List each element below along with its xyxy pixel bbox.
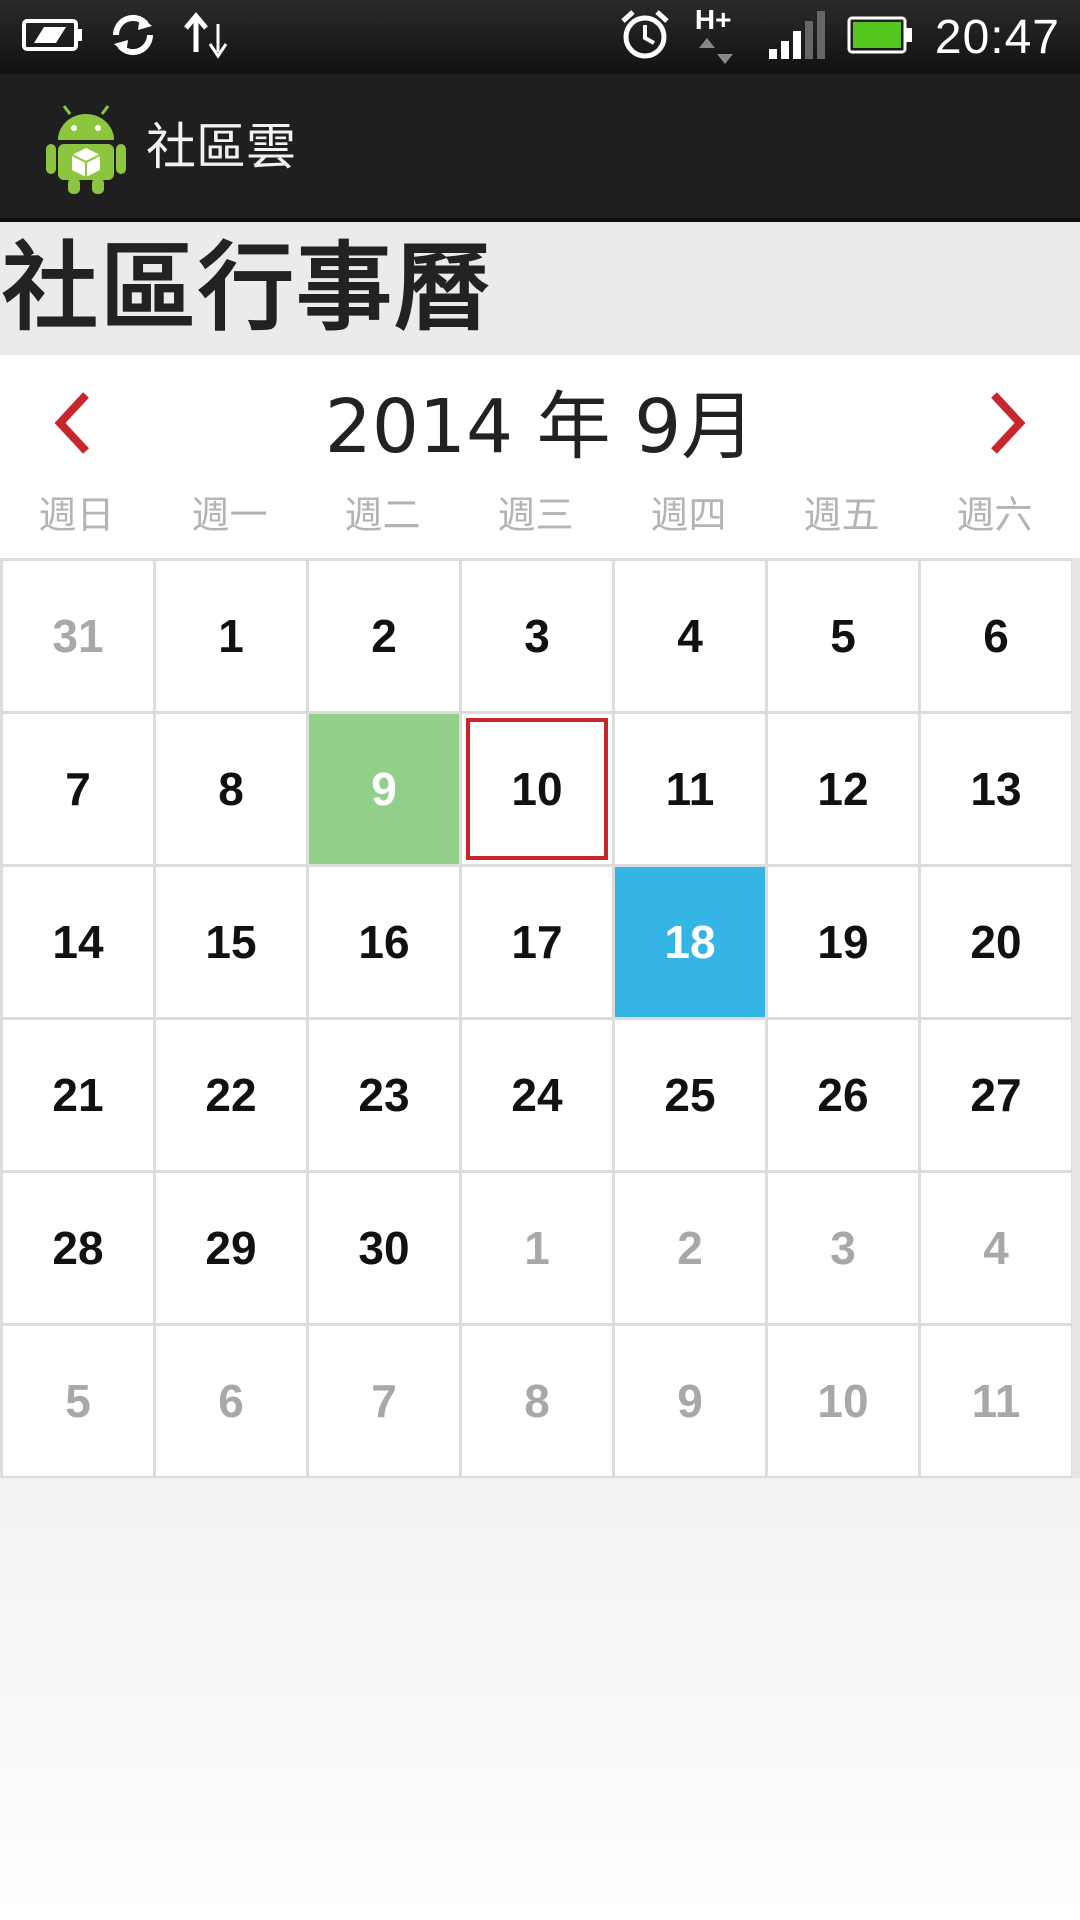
day-cell[interactable]: 3 — [462, 561, 615, 714]
day-cell[interactable]: 15 — [156, 867, 309, 1020]
month-label: 2014 年 9月 — [324, 384, 756, 470]
app-title: 社區雲 — [146, 118, 296, 176]
day-cell[interactable]: 7 — [3, 714, 156, 867]
empty-content-area — [0, 1478, 1080, 1920]
day-cell[interactable]: 20 — [921, 867, 1074, 1020]
month-header: 2014 年 9月 — [0, 355, 1080, 485]
day-cell[interactable]: 23 — [309, 1020, 462, 1173]
weekday-label: 週日 — [38, 493, 115, 537]
alarm-icon — [617, 7, 673, 67]
day-cell[interactable]: 25 — [615, 1020, 768, 1173]
day-cell-selected[interactable]: 9 — [309, 714, 462, 867]
day-cell-next-month[interactable]: 6 — [156, 1326, 309, 1479]
status-right-icons: H+ 20:47 — [617, 4, 1060, 67]
action-bar: 社區雲 — [0, 74, 1080, 222]
day-cell[interactable]: 14 — [3, 867, 156, 1020]
calendar-grid: 31 1 2 3 4 5 6 7 8 9 10 11 12 13 14 15 1… — [0, 558, 1074, 1479]
day-cell-next-month[interactable]: 5 — [3, 1326, 156, 1479]
day-cell[interactable]: 13 — [921, 714, 1074, 867]
day-cell[interactable]: 8 — [156, 714, 309, 867]
weekday-label: 週三 — [497, 493, 574, 537]
day-cell[interactable]: 28 — [3, 1173, 156, 1326]
day-cell[interactable]: 22 — [156, 1020, 309, 1173]
day-cell[interactable]: 12 — [768, 714, 921, 867]
day-cell-focused[interactable]: 10 — [462, 714, 615, 867]
status-bar: H+ 20:47 — [0, 0, 1080, 74]
day-cell-next-month[interactable]: 1 — [462, 1173, 615, 1326]
signal-icon — [767, 11, 825, 63]
network-type-label: H+ — [694, 4, 732, 35]
day-cell[interactable]: 19 — [768, 867, 921, 1020]
page-title-band: 社區行事曆 — [0, 222, 1080, 355]
day-cell[interactable]: 26 — [768, 1020, 921, 1173]
day-cell[interactable]: 29 — [156, 1173, 309, 1326]
sync-icon — [106, 8, 160, 66]
day-cell[interactable]: 2 — [309, 561, 462, 714]
day-cell-next-month[interactable]: 11 — [921, 1326, 1074, 1479]
day-cell-next-month[interactable]: 7 — [309, 1326, 462, 1479]
android-app-icon[interactable] — [44, 104, 128, 194]
day-cell[interactable]: 27 — [921, 1020, 1074, 1173]
weekday-label: 週六 — [956, 493, 1033, 537]
status-time: 20:47 — [934, 10, 1060, 64]
battery-icon — [847, 16, 913, 58]
day-cell[interactable]: 21 — [3, 1020, 156, 1173]
day-cell-prev-month[interactable]: 31 — [3, 561, 156, 714]
day-cell[interactable]: 16 — [309, 867, 462, 1020]
day-cell-next-month[interactable]: 2 — [615, 1173, 768, 1326]
day-cell[interactable]: 5 — [768, 561, 921, 714]
battery-saver-icon — [22, 15, 84, 59]
day-cell-next-month[interactable]: 8 — [462, 1326, 615, 1479]
day-cell[interactable]: 4 — [615, 561, 768, 714]
page-title: 社區行事曆 — [2, 232, 492, 344]
day-cell-next-month[interactable]: 3 — [768, 1173, 921, 1326]
grid-edge-divider — [1072, 558, 1080, 1478]
day-cell[interactable]: 30 — [309, 1173, 462, 1326]
weekday-label: 週四 — [650, 493, 727, 537]
weekday-label: 週五 — [803, 493, 880, 537]
weekday-label: 週一 — [191, 493, 268, 537]
weekday-label: 週二 — [344, 493, 421, 537]
day-cell[interactable]: 17 — [462, 867, 615, 1020]
day-cell-next-month[interactable]: 10 — [768, 1326, 921, 1479]
weekday-header: 週日 週一 週二 週三 週四 週五 週六 — [0, 488, 1080, 548]
chevron-right-icon — [991, 392, 1026, 454]
day-cell[interactable]: 1 — [156, 561, 309, 714]
day-cell[interactable]: 24 — [462, 1020, 615, 1173]
next-month-button[interactable] — [964, 383, 1044, 463]
day-cell-next-month[interactable]: 9 — [615, 1326, 768, 1479]
day-cell[interactable]: 6 — [921, 561, 1074, 714]
network-type-icon: H+ — [695, 4, 745, 66]
day-cell-next-month[interactable]: 4 — [921, 1173, 1074, 1326]
day-cell[interactable]: 11 — [615, 714, 768, 867]
status-left-icons — [22, 10, 234, 64]
data-transfer-icon — [182, 8, 234, 66]
day-cell-today[interactable]: 18 — [615, 867, 768, 1020]
